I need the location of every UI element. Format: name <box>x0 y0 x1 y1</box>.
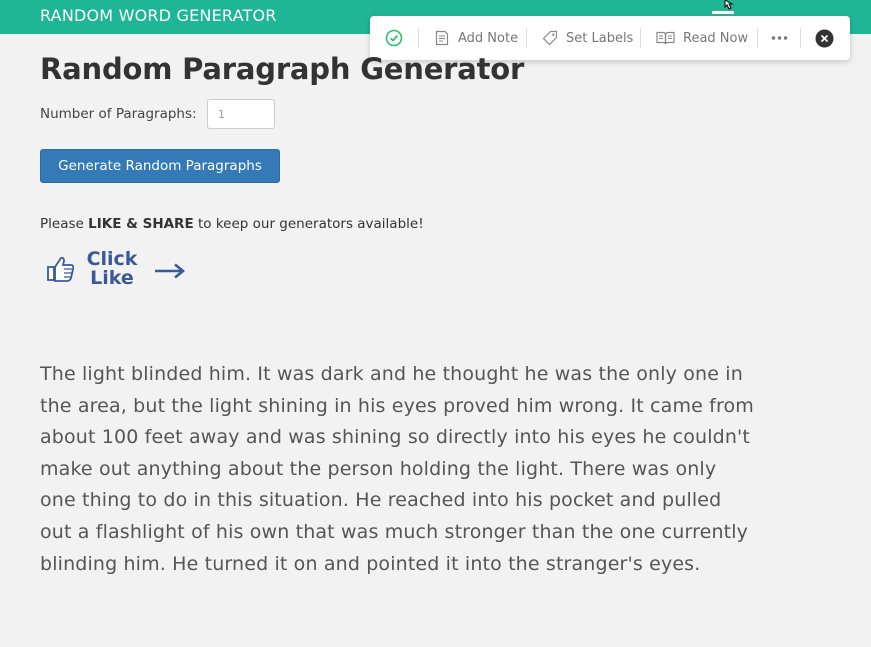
generated-paragraph: The light blinded him. It was dark and h… <box>40 363 754 575</box>
num-paragraphs-label: Number of Paragraphs: <box>40 106 197 122</box>
mouse-cursor-icon <box>724 0 734 10</box>
arrow-right-icon <box>155 263 186 279</box>
click-like-text: Click Like <box>84 250 140 288</box>
set-labels-button[interactable]: Set Labels <box>542 16 633 60</box>
more-options-button[interactable] <box>771 16 788 60</box>
note-icon <box>435 30 449 46</box>
close-icon <box>815 29 834 47</box>
generate-paragraphs-button[interactable]: Generate Random Paragraphs <box>40 149 280 183</box>
page-title: Random Paragraph Generator <box>40 52 525 86</box>
set-labels-label: Set Labels <box>566 30 634 46</box>
num-paragraphs-input[interactable] <box>207 99 275 129</box>
share-emphasis: LIKE & SHARE <box>88 216 194 232</box>
share-message: Please LIKE & SHARE to keep our generato… <box>40 216 424 232</box>
read-now-label: Read Now <box>683 30 749 46</box>
read-now-button[interactable]: Read Now <box>656 16 748 60</box>
thumbs-up-icon <box>47 256 75 282</box>
toolbar-divider <box>418 28 419 48</box>
check-circle-icon <box>385 29 403 47</box>
site-brand[interactable]: RANDOM WORD GENERATOR <box>40 6 277 25</box>
toolbar-divider <box>526 28 527 48</box>
share-suffix: to keep our generators available! <box>193 216 424 232</box>
toolbar-divider <box>800 28 801 48</box>
click-like-line2: Like <box>90 267 134 289</box>
tag-icon <box>542 30 558 46</box>
toolbar-divider <box>640 28 641 48</box>
close-button[interactable] <box>815 16 834 60</box>
add-note-label: Add Note <box>458 30 519 46</box>
hamburger-menu-icon[interactable] <box>712 11 734 14</box>
toolbar-divider <box>757 28 758 48</box>
more-icon <box>771 36 788 40</box>
book-icon <box>656 31 675 45</box>
share-prefix: Please <box>40 216 89 232</box>
click-like-badge[interactable]: Click Like <box>46 250 188 292</box>
